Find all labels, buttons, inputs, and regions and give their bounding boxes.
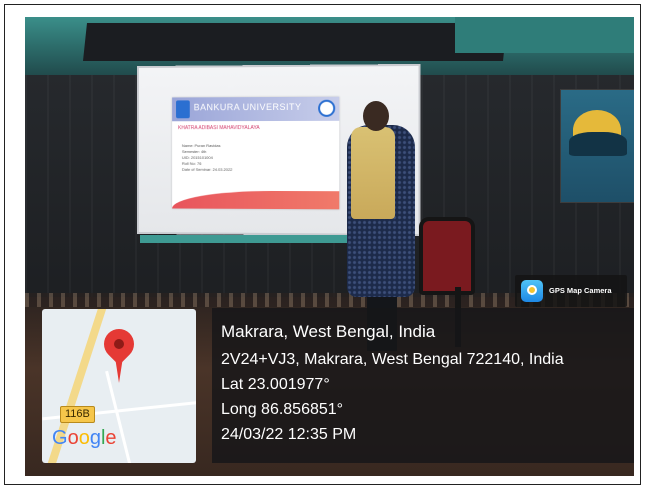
google-logo-letter: o	[78, 427, 90, 449]
slide-wave	[172, 190, 340, 210]
location-pin-tail	[115, 357, 123, 383]
google-logo-letter: o	[67, 427, 79, 449]
slide-row: Date of Seminar: 24.03.2022	[181, 166, 233, 172]
person-head	[363, 101, 389, 131]
presentation-slide: BANKURA UNIVERSITY KHATRA ADIBASI MAHAVI…	[172, 96, 340, 210]
google-logo: Google	[52, 427, 117, 450]
location-info-panel: Makrara, West Bengal, India 2V24+VJ3, Ma…	[212, 308, 634, 463]
full-address: 2V24+VJ3, Makrara, West Bengal 722140, I…	[221, 351, 564, 368]
stage-teal-bar	[140, 235, 370, 243]
shield-logo-icon	[176, 100, 190, 119]
google-logo-letter: g	[89, 427, 101, 449]
road-shield: 116B	[60, 406, 95, 423]
map-thumbnail: 116B Google	[42, 309, 196, 463]
place-name: Makrara, West Bengal, India	[221, 322, 436, 341]
gps-badge-label: GPS Map Camera	[549, 286, 612, 295]
poster-shape	[569, 132, 627, 156]
wall-poster	[560, 89, 634, 203]
ceiling-light	[455, 17, 634, 53]
university-seal-icon	[318, 99, 336, 117]
slide-title: BANKURA UNIVERSITY	[193, 101, 302, 113]
latitude: Lat 23.001977°	[221, 376, 330, 393]
longitude: Long 86.856851°	[221, 401, 344, 418]
ceiling-panel	[83, 23, 507, 61]
google-logo-letter: e	[105, 427, 117, 449]
slide-subtitle: KHATRA ADIBASI MAHAVIDYALAYA	[178, 125, 260, 132]
photo: BANKURA UNIVERSITY KHATRA ADIBASI MAHAVI…	[25, 17, 634, 476]
gps-map-camera-badge: GPS Map Camera	[515, 275, 627, 307]
person-scarf	[351, 127, 395, 219]
timestamp: 24/03/22 12:35 PM	[221, 426, 357, 443]
google-logo-letter: G	[52, 427, 68, 449]
chair	[419, 217, 475, 295]
map-camera-icon	[521, 280, 543, 302]
slide-details: Name: Puran Ravidas Semester: 4th UID: 2…	[182, 143, 271, 173]
